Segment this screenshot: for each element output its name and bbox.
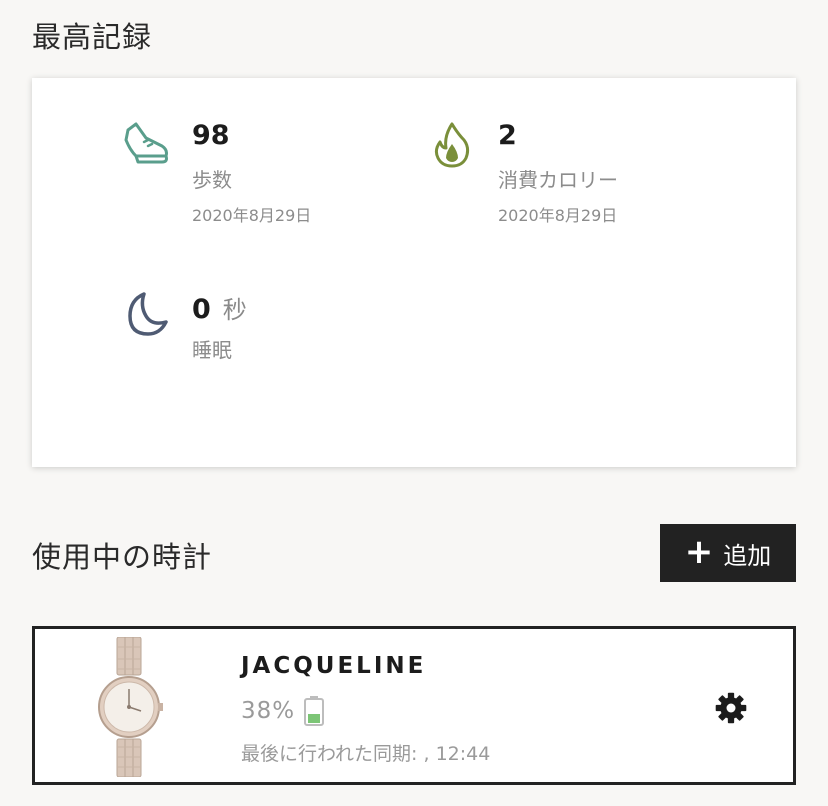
battery-icon — [304, 696, 325, 726]
flame-icon — [434, 122, 470, 168]
plus-icon: + — [684, 531, 714, 572]
calories-value: 2 — [498, 120, 517, 151]
add-label: 追加 — [723, 541, 772, 570]
add-watch-button[interactable]: + 追加 — [660, 524, 796, 582]
steps-label: 歩数 — [192, 168, 232, 192]
sleep-number: 0 — [192, 294, 211, 325]
last-sync: 最後に行われた同期: , 12:44 — [241, 743, 491, 765]
watch-name: JACQUELINE — [241, 653, 427, 679]
watches-title: 使用中の時計 — [32, 540, 213, 574]
sleep-value: 0秒 — [192, 290, 247, 325]
sleep-label: 睡眠 — [192, 338, 232, 362]
records-card: 98 歩数 2020年8月29日 2 消費カロリー 2020年8月29日 0秒 … — [32, 78, 796, 467]
watch-card[interactable]: JACQUELINE 38% 最後に行われた同期: , 12:44 — [32, 626, 796, 785]
shoe-icon — [124, 122, 168, 164]
steps-value: 98 — [192, 120, 230, 151]
battery-percent: 38% — [241, 698, 296, 724]
calories-date: 2020年8月29日 — [498, 206, 618, 225]
gear-icon — [715, 692, 747, 723]
watch-image — [98, 637, 163, 777]
sleep-unit: 秒 — [222, 296, 247, 324]
moon-icon — [128, 292, 168, 336]
battery-status: 38% — [241, 695, 325, 727]
watch-settings-button[interactable] — [711, 689, 751, 729]
records-title: 最高記録 — [32, 20, 153, 54]
steps-date: 2020年8月29日 — [192, 206, 312, 225]
calories-label: 消費カロリー — [498, 168, 618, 192]
